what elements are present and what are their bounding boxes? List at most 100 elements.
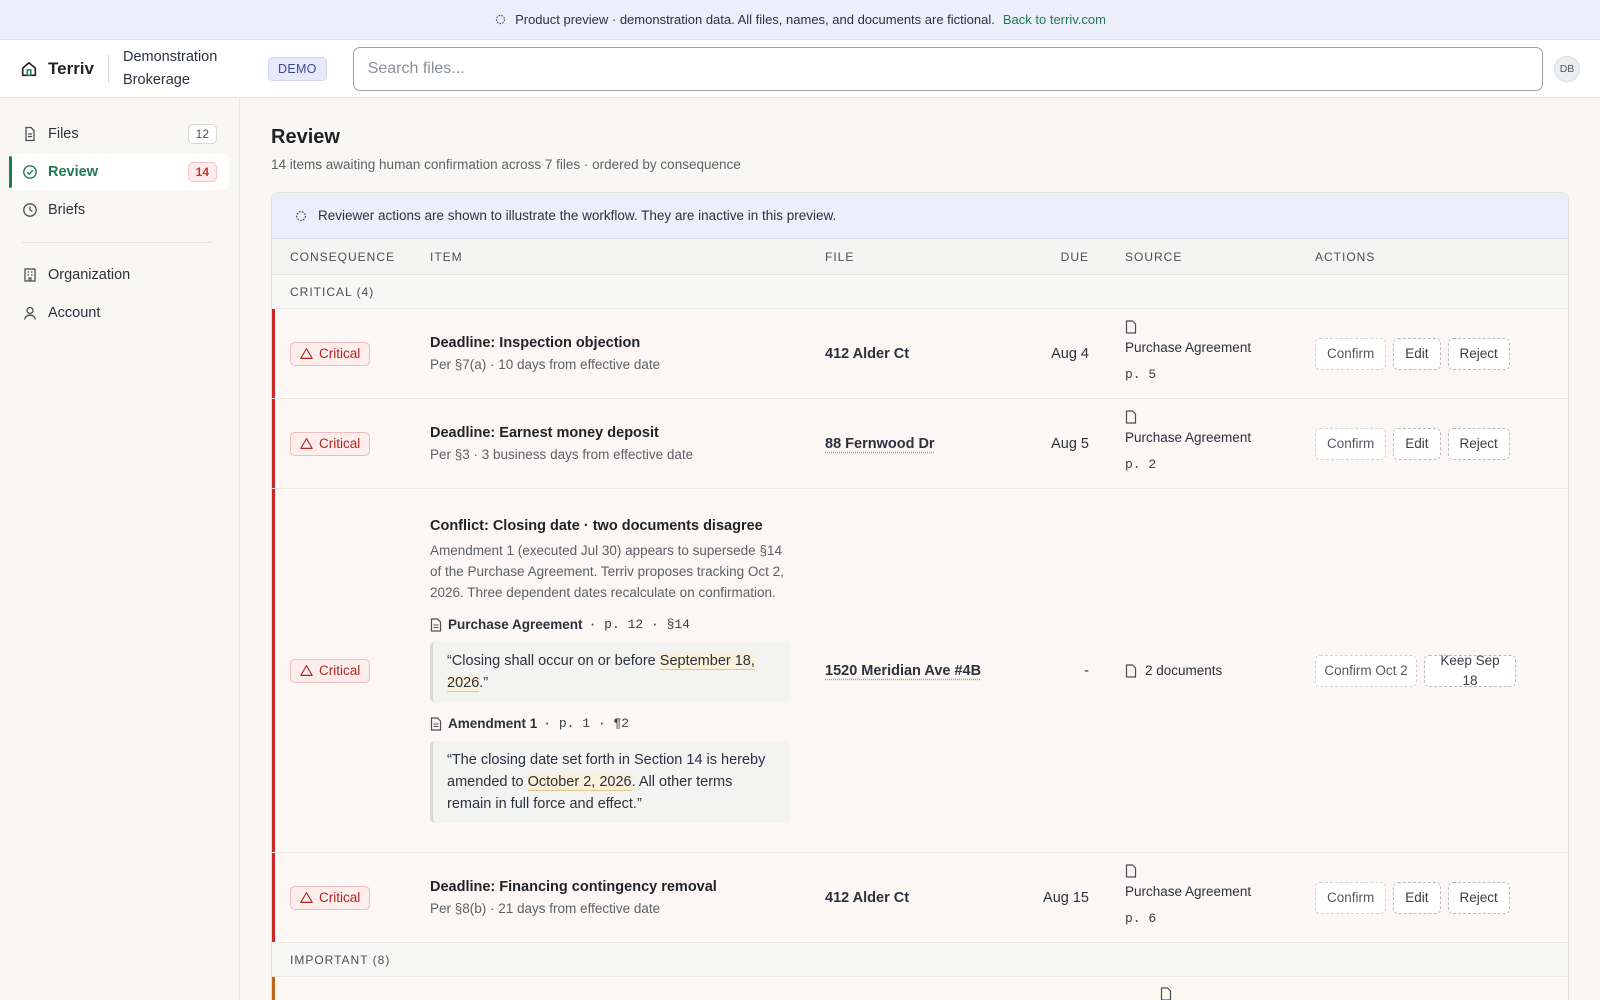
file-name[interactable]: 412 Alder Ct [825, 346, 909, 362]
reject-button[interactable]: Reject [1447, 427, 1510, 460]
document-icon [430, 617, 442, 632]
item-title[interactable]: Deadline: Financing contingency removal [430, 879, 807, 895]
document-icon [1125, 409, 1137, 424]
critical-badge: Critical [290, 885, 371, 910]
source-cell[interactable]: Purchase Agreement p. 6 [1107, 863, 1297, 932]
col-source[interactable]: SOURCE [1107, 250, 1297, 264]
page-subtitle: 14 items awaiting human confirmation acr… [271, 157, 741, 172]
group-important: IMPORTANT (8) [272, 943, 1568, 977]
table-row[interactable]: Critical Deadline: Earnest money deposit… [272, 399, 1568, 489]
item-title[interactable]: Deadline: Earnest money deposit [430, 425, 807, 441]
confirm-button[interactable]: Confirm [1315, 881, 1387, 914]
due-date: - [1084, 662, 1089, 679]
citation-meta: · p. 12 · §14 [588, 617, 690, 632]
item-subtitle: Per §3 · 3 business days from effective … [430, 447, 694, 462]
conflict-row[interactable]: Critical Conflict: Closing date · two do… [272, 489, 1568, 853]
brand-divider [108, 54, 109, 83]
clock-icon [23, 203, 37, 217]
item-title[interactable]: Deadline: Inspection objection [430, 335, 807, 351]
col-consequence[interactable]: CONSEQUENCE [272, 250, 412, 264]
sidebar-item-review[interactable]: Review 14 [9, 154, 229, 190]
group-critical: CRITICAL (4) [272, 275, 1568, 309]
file-name[interactable]: 412 Alder Ct [825, 890, 909, 906]
col-actions: ACTIONS [1315, 249, 1376, 264]
edit-button[interactable]: Edit [1393, 881, 1441, 914]
source-doc: Purchase Agreement [1125, 883, 1252, 899]
sidebar-item-label: Review [48, 164, 98, 180]
quote-block: “Closing shall occur on or before Septem… [430, 642, 790, 702]
source-doc: Purchase Agreement [1125, 339, 1252, 355]
col-due[interactable]: DUE [1002, 250, 1107, 264]
brand[interactable]: Terriv Demonstration Brokerage [20, 46, 248, 92]
source-page: p. 5 [1125, 366, 1157, 382]
avatar[interactable]: DB [1554, 55, 1580, 82]
col-file[interactable]: FILE [807, 250, 1002, 264]
file-name[interactable]: 88 Fernwood Dr [825, 436, 935, 452]
source-cell[interactable]: 2 documents [1107, 663, 1297, 678]
sidebar-item-label: Files [48, 126, 79, 142]
item-subtitle: Per §8(b) · 21 days from effective date [430, 901, 661, 916]
edit-button[interactable]: Edit [1393, 337, 1441, 370]
critical-badge: Critical [290, 341, 371, 366]
table-row[interactable]: Critical Deadline: Financing contingency… [272, 853, 1568, 943]
table-row[interactable] [272, 977, 1568, 1000]
document-icon [1125, 319, 1137, 334]
edit-button[interactable]: Edit [1393, 427, 1441, 460]
source-cell[interactable]: Purchase Agreement p. 2 [1107, 409, 1297, 478]
confirm-oct-button[interactable]: Confirm Oct 2 [1315, 654, 1417, 687]
top-header: Terriv Demonstration Brokerage DEMO DB [0, 40, 1600, 98]
due-date: Aug 4 [1051, 345, 1089, 362]
banner-link[interactable]: Back to terriv.com [1003, 12, 1106, 27]
row-actions: Confirm Edit Reject [1297, 881, 1568, 914]
org-name: Demonstration Brokerage [123, 48, 218, 88]
citation-amendment[interactable]: Amendment 1 · p. 1 · ¶2 [430, 716, 807, 731]
sidebar-item-briefs[interactable]: Briefs [10, 192, 229, 228]
keep-sep-button[interactable]: Keep Sep 18 [1424, 653, 1516, 688]
source-page: p. 6 [1125, 910, 1157, 926]
row-actions: Confirm Oct 2 Keep Sep 18 [1297, 653, 1568, 688]
reject-button[interactable]: Reject [1447, 881, 1510, 914]
file-name[interactable]: 1520 Meridian Ave #4B [825, 663, 981, 679]
due-date: Aug 15 [1043, 889, 1089, 906]
sidebar: Files 12 Review 14 Briefs Organization A… [0, 98, 240, 1000]
quote-highlight: October 2, 2026 [527, 774, 632, 791]
search-box[interactable] [352, 46, 1543, 91]
sidebar-item-label: Organization [48, 267, 131, 283]
reject-button[interactable]: Reject [1447, 337, 1510, 370]
critical-badge: Critical [290, 431, 371, 456]
sidebar-divider [22, 242, 212, 243]
inactive-notice: Reviewer actions are shown to illustrate… [272, 193, 1568, 239]
citation-doc: Amendment 1 [448, 716, 538, 731]
document-icon [1160, 987, 1172, 1000]
warning-icon [300, 438, 313, 449]
source-cell[interactable]: Purchase Agreement p. 5 [1107, 319, 1297, 388]
document-icon [1125, 863, 1137, 878]
due-date: Aug 5 [1051, 435, 1089, 452]
files-count: 12 [187, 124, 217, 144]
sidebar-item-files[interactable]: Files 12 [10, 116, 229, 152]
chip-icon [296, 210, 306, 221]
chip-icon [495, 14, 506, 25]
col-item[interactable]: ITEM [412, 250, 807, 264]
sidebar-item-organization[interactable]: Organization [10, 257, 229, 293]
conflict-title[interactable]: Conflict: Closing date · two documents d… [430, 518, 807, 534]
check-circle-icon [23, 165, 37, 179]
sidebar-item-account[interactable]: Account [10, 295, 229, 331]
user-icon [23, 306, 37, 320]
item-subtitle: Per §7(a) · 10 days from effective date [430, 357, 661, 372]
confirm-button[interactable]: Confirm [1315, 427, 1387, 460]
sidebar-item-label: Briefs [48, 202, 86, 218]
page-title: Review [271, 126, 340, 148]
table-row[interactable]: Critical Deadline: Inspection objection … [272, 309, 1568, 399]
confirm-button[interactable]: Confirm [1315, 337, 1387, 370]
citation-purchase-agreement[interactable]: Purchase Agreement · p. 12 · §14 [430, 617, 807, 632]
conflict-description: Amendment 1 (executed Jul 30) appears to… [430, 543, 784, 600]
preview-banner: Product preview · demonstration data. Al… [0, 0, 1600, 40]
critical-badge: Critical [290, 658, 371, 683]
row-actions: Confirm Edit Reject [1297, 427, 1568, 460]
notice-text: Reviewer actions are shown to illustrate… [318, 208, 837, 223]
citation-meta: · p. 1 · ¶2 [543, 716, 630, 731]
search-input[interactable] [367, 59, 1528, 78]
source-page: p. 2 [1125, 456, 1157, 472]
demo-badge: DEMO [268, 56, 327, 81]
